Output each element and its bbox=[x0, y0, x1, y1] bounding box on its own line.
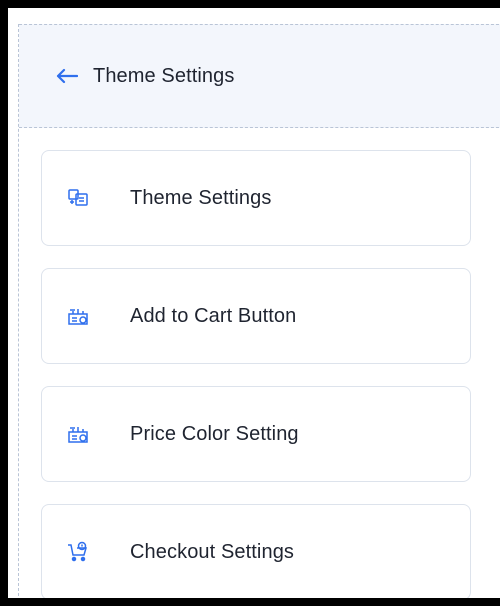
settings-panel: Theme Settings Theme Settings Add to Car… bbox=[18, 24, 500, 598]
checkout-cart-icon bbox=[66, 540, 90, 564]
window-frame: Theme Settings Theme Settings Add to Car… bbox=[8, 8, 500, 598]
menu-item-theme-settings[interactable]: Theme Settings bbox=[41, 150, 471, 246]
arrow-left-icon[interactable] bbox=[55, 66, 79, 86]
menu-item-label: Checkout Settings bbox=[130, 540, 295, 563]
menu-item-label: Price Color Setting bbox=[130, 422, 299, 445]
menu-item-label: Add to Cart Button bbox=[130, 304, 297, 327]
menu-item-label: Theme Settings bbox=[130, 186, 272, 209]
panel-header: Theme Settings bbox=[19, 24, 500, 128]
menu-item-checkout-settings[interactable]: Checkout Settings bbox=[41, 504, 471, 598]
menu-item-price-color-setting[interactable]: Price Color Setting bbox=[41, 386, 471, 482]
cart-button-icon bbox=[66, 304, 90, 328]
price-color-icon bbox=[66, 422, 90, 446]
theme-settings-icon bbox=[66, 186, 90, 210]
menu-item-add-to-cart-button[interactable]: Add to Cart Button bbox=[41, 268, 471, 364]
settings-menu: Theme Settings Add to Cart Button Price … bbox=[41, 150, 471, 598]
page-title: Theme Settings bbox=[93, 64, 235, 87]
